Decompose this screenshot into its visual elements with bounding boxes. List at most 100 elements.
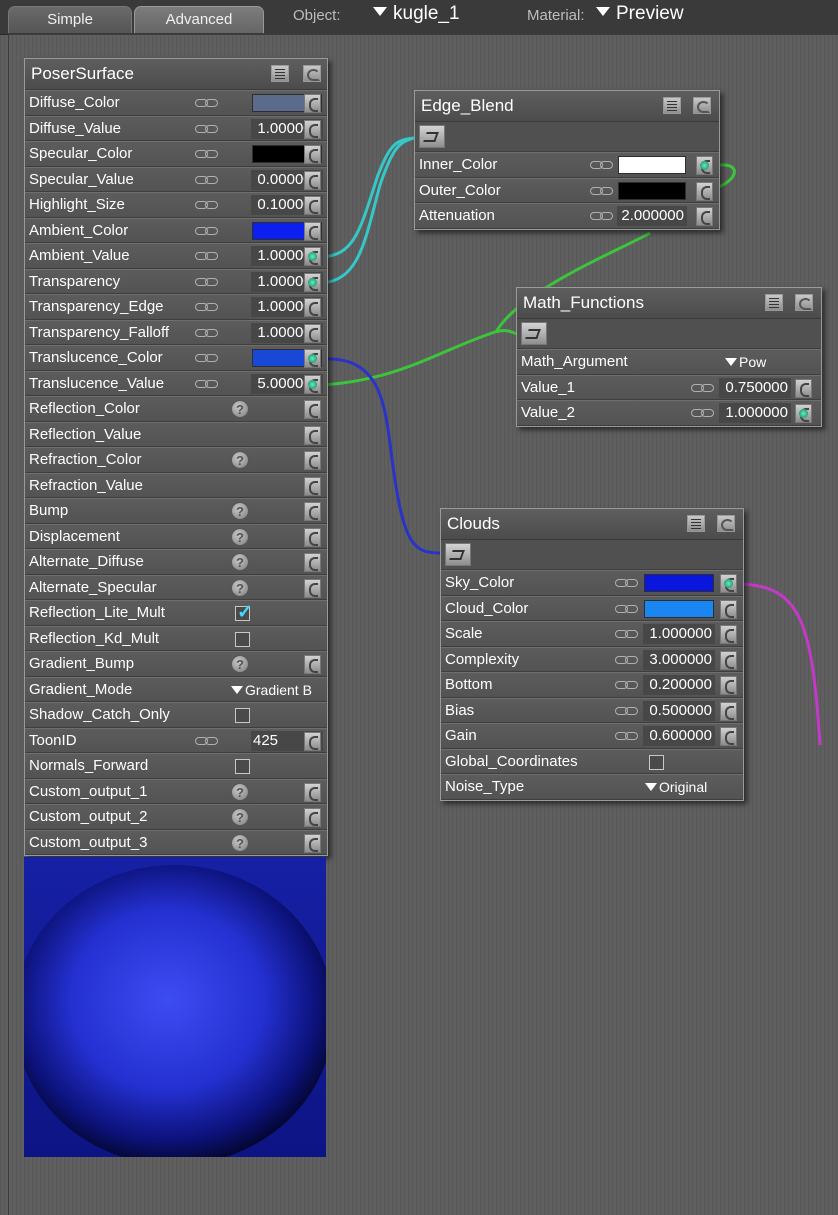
- input-plug-icon[interactable]: [304, 451, 321, 470]
- link-icon[interactable]: [615, 732, 639, 740]
- value-field[interactable]: 0.600000: [643, 726, 715, 746]
- clouds-node[interactable]: Clouds Sky_Color Cloud_Color Scale 1.000000…: [440, 508, 744, 801]
- link-icon[interactable]: [615, 579, 639, 587]
- help-icon[interactable]: ?: [231, 808, 249, 826]
- color-swatch[interactable]: [644, 574, 714, 592]
- checkbox[interactable]: [649, 754, 664, 770]
- input-plug-icon[interactable]: [720, 701, 737, 721]
- link-icon[interactable]: [615, 604, 639, 613]
- input-plug-icon[interactable]: [304, 196, 321, 215]
- link-icon[interactable]: [195, 226, 219, 235]
- value-field[interactable]: 3.000000: [643, 649, 715, 670]
- output-connector-icon[interactable]: [419, 125, 445, 148]
- input-plug-icon[interactable]: [795, 404, 812, 423]
- link-icon[interactable]: [195, 379, 219, 388]
- input-plug-icon[interactable]: [304, 145, 321, 164]
- input-plug-icon[interactable]: [304, 400, 321, 419]
- tab-advanced[interactable]: Advanced: [134, 6, 264, 33]
- input-plug-icon[interactable]: [304, 527, 321, 547]
- dropdown[interactable]: Original: [645, 779, 707, 795]
- link-icon[interactable]: [195, 99, 219, 107]
- help-icon[interactable]: ?: [231, 527, 249, 546]
- input-plug-icon[interactable]: [304, 323, 321, 343]
- input-plug-icon[interactable]: [304, 553, 321, 572]
- input-plug-icon[interactable]: [720, 650, 737, 670]
- output-connector-icon[interactable]: [521, 322, 547, 345]
- poser-surface-node[interactable]: PoserSurface Diffuse_Color Diffuse_Value 1…: [24, 58, 328, 856]
- input-plug-icon[interactable]: [304, 272, 321, 292]
- object-dropdown[interactable]: kugle_1: [373, 3, 460, 25]
- input-plug-icon[interactable]: [720, 676, 737, 695]
- input-plug-icon[interactable]: [304, 476, 321, 496]
- input-plug-icon[interactable]: [720, 574, 737, 593]
- node-collapse-icon[interactable]: [303, 65, 321, 82]
- link-icon[interactable]: [195, 277, 219, 286]
- input-plug-icon[interactable]: [696, 207, 713, 226]
- input-plug-icon[interactable]: [720, 727, 737, 746]
- value-field[interactable]: 0.750000: [719, 377, 791, 398]
- help-icon[interactable]: ?: [231, 451, 249, 469]
- material-dropdown[interactable]: Preview: [596, 3, 684, 25]
- value-field[interactable]: 2.000000: [617, 206, 687, 226]
- input-plug-icon[interactable]: [304, 374, 321, 394]
- color-swatch[interactable]: [644, 599, 714, 618]
- tab-simple[interactable]: Simple: [8, 6, 132, 33]
- node-menu-icon[interactable]: [687, 515, 705, 532]
- input-plug-icon[interactable]: [304, 170, 321, 190]
- link-icon[interactable]: [195, 201, 219, 209]
- math-functions-node[interactable]: Math_Functions Math_Argument Pow Value_1 0.…: [516, 287, 822, 427]
- link-icon[interactable]: [195, 150, 219, 158]
- link-icon[interactable]: [195, 252, 219, 260]
- output-connector-icon[interactable]: [445, 543, 471, 566]
- help-icon[interactable]: ?: [231, 578, 249, 597]
- input-plug-icon[interactable]: [696, 156, 713, 175]
- color-swatch[interactable]: [618, 156, 686, 174]
- input-plug-icon[interactable]: [304, 221, 321, 241]
- input-plug-icon[interactable]: [304, 425, 321, 445]
- node-title-bar[interactable]: Clouds: [441, 509, 743, 540]
- checkbox[interactable]: [235, 708, 250, 723]
- help-icon[interactable]: ?: [231, 502, 249, 520]
- link-icon[interactable]: [195, 736, 219, 745]
- link-icon[interactable]: [615, 681, 639, 689]
- link-icon[interactable]: [615, 706, 639, 715]
- help-icon[interactable]: ?: [231, 655, 249, 673]
- input-plug-icon[interactable]: [304, 731, 321, 751]
- node-menu-icon[interactable]: [663, 97, 681, 114]
- link-icon[interactable]: [615, 630, 639, 638]
- input-plug-icon[interactable]: [304, 94, 321, 113]
- checkbox[interactable]: [235, 759, 250, 774]
- link-icon[interactable]: [691, 409, 715, 417]
- value-field[interactable]: 1.000000: [643, 624, 715, 644]
- help-icon[interactable]: ?: [231, 400, 249, 418]
- link-icon[interactable]: [590, 161, 614, 169]
- input-plug-icon[interactable]: [304, 119, 321, 139]
- node-title-bar[interactable]: PoserSurface: [25, 59, 327, 90]
- color-swatch[interactable]: [618, 181, 686, 200]
- input-plug-icon[interactable]: [304, 808, 321, 827]
- node-menu-icon[interactable]: [271, 65, 289, 82]
- link-icon[interactable]: [590, 186, 614, 195]
- input-plug-icon[interactable]: [696, 181, 713, 201]
- input-plug-icon[interactable]: [304, 578, 321, 598]
- input-plug-icon[interactable]: [304, 655, 321, 674]
- link-icon[interactable]: [195, 354, 219, 362]
- link-icon[interactable]: [195, 124, 219, 133]
- help-icon[interactable]: ?: [231, 553, 249, 571]
- dropdown[interactable]: Gradient B: [231, 682, 312, 698]
- input-plug-icon[interactable]: [304, 349, 321, 368]
- input-plug-icon[interactable]: [304, 298, 321, 317]
- help-icon[interactable]: ?: [231, 833, 249, 852]
- link-icon[interactable]: [195, 175, 219, 184]
- input-plug-icon[interactable]: [304, 502, 321, 521]
- input-plug-icon[interactable]: [304, 833, 321, 853]
- link-icon[interactable]: [615, 655, 639, 664]
- help-icon[interactable]: ?: [231, 782, 249, 801]
- input-plug-icon[interactable]: [720, 599, 737, 619]
- checkbox[interactable]: [235, 631, 250, 647]
- node-collapse-icon[interactable]: [693, 97, 711, 114]
- node-collapse-icon[interactable]: [717, 515, 735, 532]
- link-icon[interactable]: [195, 328, 219, 337]
- value-field[interactable]: 0.200000: [643, 675, 715, 695]
- input-plug-icon[interactable]: [304, 782, 321, 802]
